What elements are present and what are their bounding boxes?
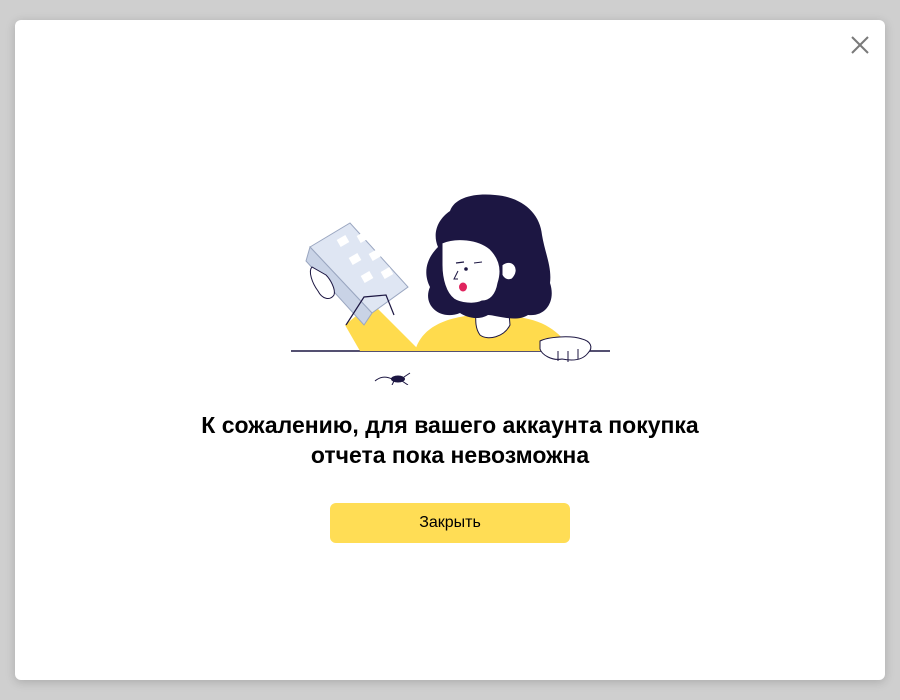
report-unavailable-dialog: К сожалению, для вашего аккаунта покупка…: [15, 20, 885, 680]
error-message-line-2: отчета пока невозможна: [310, 442, 590, 468]
close-icon: [851, 36, 869, 54]
woman-with-building-illustration: [291, 194, 610, 385]
close-dialog-button[interactable]: [847, 32, 873, 58]
close-button[interactable]: Закрыть: [330, 503, 570, 543]
error-message: К сожалению, для вашего аккаунта покупка…: [15, 410, 885, 470]
error-message-line-1: К сожалению, для вашего аккаунта покупка: [201, 412, 699, 438]
